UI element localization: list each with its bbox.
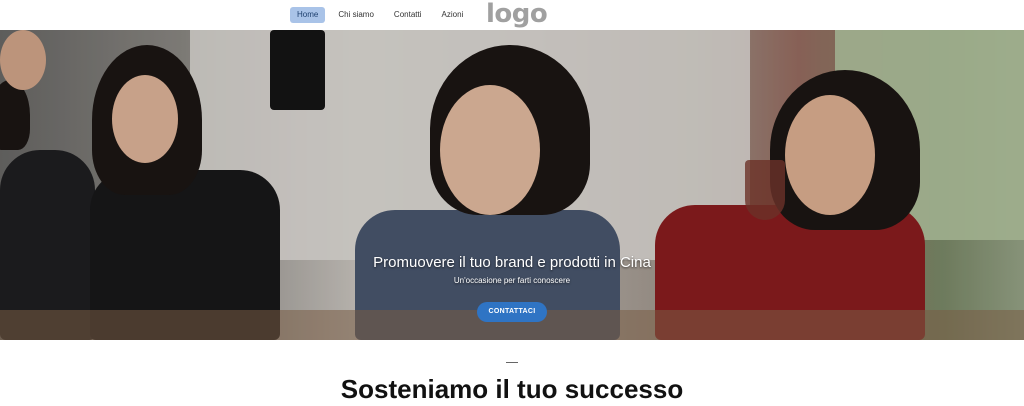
top-navigation-bar: Home Chi siamo Contatti Azioni logo [0,0,1024,30]
nav-item-home[interactable]: Home [290,7,326,23]
nav-item-azioni[interactable]: Azioni [435,7,471,23]
main-nav: Home Chi siamo Contatti Azioni [290,7,470,23]
contact-button[interactable]: CONTATTACI [477,302,547,322]
hero-banner: Promuovere il tuo brand e prodotti in Ci… [0,30,1024,340]
site-logo[interactable]: logo [486,0,548,28]
section-divider [506,362,518,363]
hero-title: Promuovere il tuo brand e prodotti in Ci… [373,254,651,271]
hero-subtitle: Un'occasione per farti conoscere [453,276,571,285]
section-title: Sosteniamo il tuo successo [340,374,684,404]
hero-overlay [0,30,1024,340]
nav-item-contatti[interactable]: Contatti [387,7,429,23]
nav-item-chi-siamo[interactable]: Chi siamo [331,7,381,23]
